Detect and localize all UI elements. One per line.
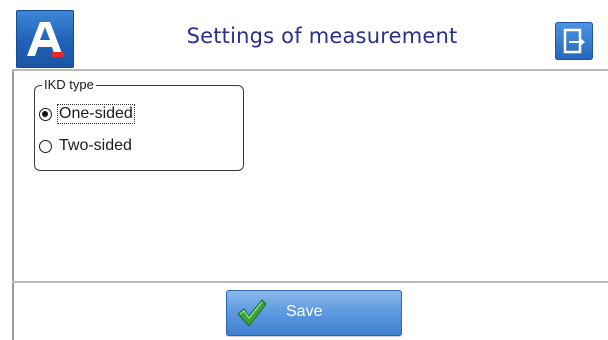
checkmark-icon bbox=[237, 299, 267, 327]
radio-one-sided-indicator[interactable] bbox=[39, 107, 52, 121]
radio-one-sided[interactable]: One-sided bbox=[39, 103, 135, 125]
radio-two-sided[interactable]: Two-sided bbox=[39, 135, 133, 157]
footer-bar: Save bbox=[12, 283, 608, 340]
settings-screen: Settings of measurement IKD type One-sid… bbox=[0, 0, 608, 340]
radio-two-sided-label[interactable]: Two-sided bbox=[58, 137, 133, 155]
content-panel: IKD type One-sided Two-sided bbox=[12, 71, 608, 281]
exit-button[interactable] bbox=[555, 22, 593, 60]
exit-icon bbox=[563, 28, 585, 54]
save-button-label: Save bbox=[286, 303, 323, 320]
logo-glyph bbox=[27, 22, 64, 57]
ikd-type-group: IKD type One-sided Two-sided bbox=[34, 77, 244, 171]
save-button[interactable]: Save bbox=[226, 290, 402, 336]
page-title: Settings of measurement bbox=[186, 24, 458, 48]
radio-two-sided-indicator[interactable] bbox=[39, 139, 52, 153]
app-logo-icon bbox=[16, 10, 74, 68]
radio-one-sided-label[interactable]: One-sided bbox=[57, 104, 135, 124]
header-bar: Settings of measurement bbox=[12, 8, 608, 68]
ikd-type-legend: IKD type bbox=[42, 77, 96, 93]
